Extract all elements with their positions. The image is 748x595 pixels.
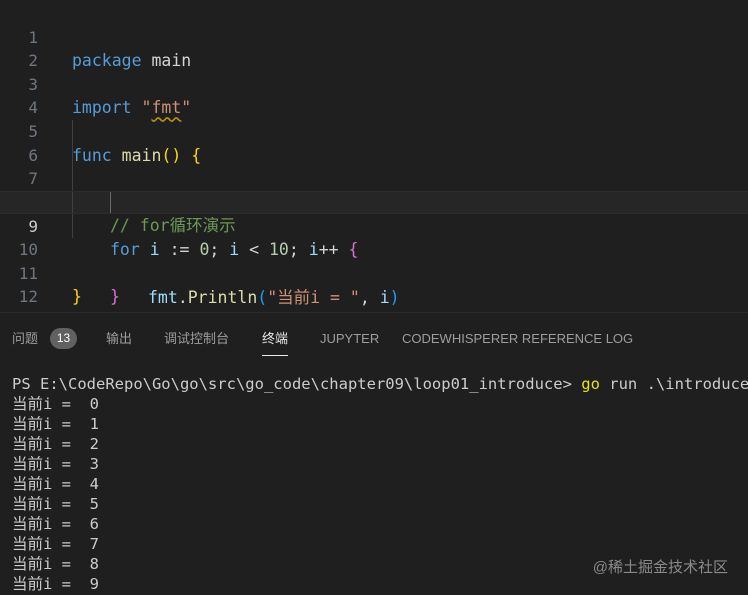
tab-output[interactable]: 输出 [106, 328, 132, 350]
indent-guide [72, 143, 73, 168]
tab-problems[interactable]: 问题 [12, 328, 38, 350]
code-line-6[interactable]: 6 [0, 120, 748, 165]
problems-count-badge: 13 [50, 328, 77, 349]
terminal-command-line: PS E:\CodeRepo\Go\go\src\go_code\chapter… [12, 374, 748, 394]
terminal-output-line: 当前i = 9 [12, 575, 99, 593]
terminal-output-line: 当前i = 4 [12, 475, 99, 493]
command-args: run .\introduce.go [609, 375, 748, 393]
code-line-3[interactable]: 3 import "fmt" [0, 49, 748, 118]
code-line-1[interactable]: 1 package main [0, 2, 748, 71]
terminal-prompt: PS E:\CodeRepo\Go\go\src\go_code\chapter… [12, 375, 582, 393]
tab-terminal[interactable]: 终端 [262, 328, 289, 356]
tab-codewhisperer-reference-log[interactable]: CODEWHISPERER REFERENCE LOG [402, 328, 633, 350]
tab-jupyter[interactable]: JUPYTER [320, 328, 379, 350]
panel-tab-bar: 问题 13 输出 调试控制台 终端 JUPYTER CODEWHISPERER … [0, 313, 748, 363]
code-line-5[interactable]: 5 func main() { [0, 96, 748, 165]
code-line-8[interactable]: 8 for i := 0; i < 10; i++ { [0, 167, 748, 259]
watermark: @稀土掘金技术社区 [592, 559, 728, 576]
command-go: go [581, 375, 600, 393]
code-line-2[interactable]: 2 [0, 26, 748, 70]
indent-guide [72, 214, 73, 238]
terminal-output-line: 当前i = 6 [12, 515, 99, 533]
indent-guide [72, 120, 73, 144]
code-line-7[interactable]: 7 // for循环演示 [0, 143, 748, 235]
terminal-output-line: 当前i = 0 [12, 395, 99, 413]
indent-guide [72, 167, 73, 191]
terminal-output-line: 当前i = 5 [12, 495, 99, 513]
code-line-10[interactable]: 10 } [0, 214, 748, 306]
terminal-output-line: 当前i = 3 [12, 455, 99, 473]
terminal-output-line: 当前i = 8 [12, 555, 99, 573]
code-line-4[interactable]: 4 [0, 73, 748, 117]
code-editor[interactable]: 1 package main 2 3 import "fmt" 4 5 func… [0, 0, 748, 307]
indent-guide [72, 191, 73, 214]
code-line-11[interactable]: 11 } [0, 238, 748, 307]
function-call: Println [187, 288, 258, 308]
terminal-output-line: 当前i = 7 [12, 535, 99, 553]
terminal-output-line: 当前i = 1 [12, 415, 99, 433]
string-literal: "当前i = " [267, 288, 360, 308]
tab-debug-console[interactable]: 调试控制台 [164, 328, 229, 350]
code-line-9[interactable]: 9 fmt.Println("当前i = ", i) [0, 190, 748, 307]
indent-guide-active [110, 191, 111, 214]
code-line-12[interactable]: 12 [0, 262, 748, 306]
line-number: 12 [18, 287, 38, 307]
terminal-output-line: 当前i = 2 [12, 435, 99, 453]
